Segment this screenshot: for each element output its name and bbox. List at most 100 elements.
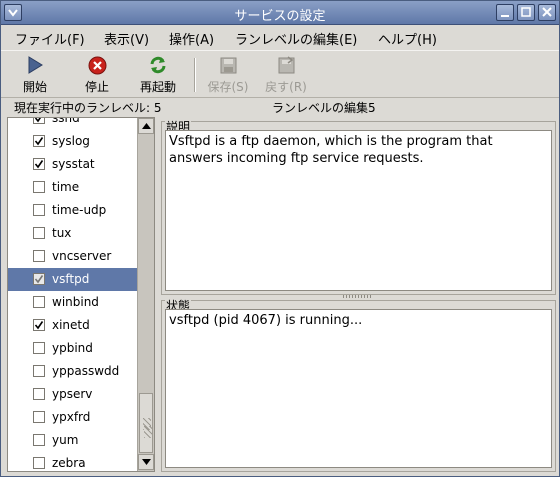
- service-row[interactable]: ypxfrd: [8, 406, 137, 429]
- service-name: tux: [52, 226, 72, 240]
- service-checkbox[interactable]: [33, 319, 45, 331]
- service-name: sysstat: [52, 157, 95, 171]
- service-name: xinetd: [52, 318, 90, 332]
- service-checkbox[interactable]: [33, 273, 45, 285]
- service-name: time: [52, 180, 80, 194]
- close-icon: [542, 7, 552, 17]
- description-text[interactable]: Vsftpd is a ftp daemon, which is the pro…: [165, 130, 552, 291]
- service-checkbox[interactable]: [33, 388, 45, 400]
- status-frame: 状態 vsftpd (pid 4067) is running...: [161, 300, 556, 472]
- restart-label: 再起動: [139, 80, 176, 94]
- maximize-icon: [521, 7, 531, 17]
- editing-runlevel-text: ランレベルの編集5: [272, 101, 376, 115]
- scroll-down-button[interactable]: [138, 454, 154, 470]
- service-row[interactable]: time: [8, 176, 137, 199]
- service-row[interactable]: vncserver: [8, 245, 137, 268]
- stop-label: 停止: [84, 80, 109, 94]
- arrow-down-icon: [142, 459, 151, 465]
- start-button[interactable]: 開始: [15, 55, 55, 95]
- splitter-grip: [343, 295, 373, 298]
- restart-icon: [135, 55, 181, 75]
- service-row[interactable]: ypbind: [8, 337, 137, 360]
- service-checkbox[interactable]: [33, 204, 45, 216]
- service-checkbox[interactable]: [33, 342, 45, 354]
- save-button[interactable]: 保存(S): [203, 55, 253, 95]
- toolbar: 開始 停止 再起動 保存(S) 戻す(R): [1, 50, 559, 98]
- pane-resize-grip[interactable]: [144, 426, 152, 438]
- menu-edit-runlevel[interactable]: ランレベルの編集(E): [231, 28, 361, 49]
- service-list-viewport: sshd syslog sysstat time time-udp tux vncserve…: [8, 118, 137, 471]
- service-checkbox[interactable]: [33, 434, 45, 446]
- check-icon: [34, 160, 44, 169]
- service-name: sshd: [52, 118, 80, 125]
- service-rows: sshd syslog sysstat time time-udp tux vncserve…: [8, 118, 137, 471]
- service-row[interactable]: xinetd: [8, 314, 137, 337]
- service-name: yum: [52, 433, 79, 447]
- menu-bar: ファイル(F) 表示(V) 操作(A) ランレベルの編集(E) ヘルプ(H): [1, 25, 559, 49]
- service-row[interactable]: zebra: [8, 452, 137, 471]
- service-checkbox[interactable]: [33, 181, 45, 193]
- service-name: time-udp: [52, 203, 107, 217]
- service-row[interactable]: winbind: [8, 291, 137, 314]
- menu-action[interactable]: 操作(A): [165, 28, 218, 49]
- toolbar-separator: [194, 58, 196, 92]
- menu-view[interactable]: 表示(V): [100, 28, 153, 49]
- title-bar[interactable]: サービスの設定: [1, 1, 559, 25]
- service-row[interactable]: ypserv: [8, 383, 137, 406]
- revert-button[interactable]: 戻す(R): [261, 55, 311, 95]
- arrow-up-icon: [142, 123, 151, 129]
- service-checkbox[interactable]: [33, 296, 45, 308]
- scroll-up-button[interactable]: [138, 118, 154, 134]
- service-checkbox[interactable]: [33, 227, 45, 239]
- check-icon: [34, 321, 44, 330]
- service-row[interactable]: tux: [8, 222, 137, 245]
- save-icon: [203, 55, 253, 75]
- maximize-button[interactable]: [517, 4, 535, 21]
- service-name: ypserv: [52, 387, 93, 401]
- service-name: syslog: [52, 134, 90, 148]
- revert-icon: [261, 55, 311, 75]
- service-row[interactable]: syslog: [8, 130, 137, 153]
- service-name: vncserver: [52, 249, 112, 263]
- status-text[interactable]: vsftpd (pid 4067) is running...: [165, 309, 552, 468]
- service-list[interactable]: sshd syslog sysstat time time-udp tux vncserve…: [7, 117, 155, 472]
- service-row[interactable]: yppasswdd: [8, 360, 137, 383]
- service-name: ypbind: [52, 341, 93, 355]
- current-runlevel-text: 現在実行中のランレベル: 5: [14, 101, 162, 115]
- service-checkbox[interactable]: [33, 365, 45, 377]
- service-checkbox[interactable]: [33, 250, 45, 262]
- service-name: vsftpd: [52, 272, 90, 286]
- close-button[interactable]: [538, 4, 556, 21]
- service-checkbox[interactable]: [33, 118, 45, 124]
- service-row[interactable]: time-udp: [8, 199, 137, 222]
- description-frame: 説明 Vsftpd is a ftp daemon, which is the …: [161, 121, 556, 295]
- window-title: サービスの設定: [234, 9, 326, 24]
- minimize-button[interactable]: [496, 4, 514, 21]
- service-name: winbind: [52, 295, 99, 309]
- pane-splitter[interactable]: [163, 294, 555, 299]
- stop-icon: [77, 55, 117, 75]
- service-checkbox[interactable]: [33, 411, 45, 423]
- menu-help[interactable]: ヘルプ(H): [374, 28, 441, 49]
- service-row[interactable]: sysstat: [8, 153, 137, 176]
- service-name: yppasswdd: [52, 364, 120, 378]
- service-row[interactable]: yum: [8, 429, 137, 452]
- service-checkbox[interactable]: [33, 158, 45, 170]
- restart-button[interactable]: 再起動: [135, 55, 181, 95]
- service-row[interactable]: sshd: [8, 118, 137, 130]
- scroll-thumb[interactable]: [139, 393, 153, 453]
- service-list-scrollbar[interactable]: [137, 118, 154, 471]
- menu-file[interactable]: ファイル(F): [11, 28, 89, 49]
- service-name: zebra: [52, 456, 86, 470]
- service-row[interactable]: vsftpd: [8, 268, 137, 291]
- service-name: ypxfrd: [52, 410, 91, 424]
- stop-button[interactable]: 停止: [77, 55, 117, 95]
- minimize-icon: [501, 15, 509, 17]
- start-label: 開始: [22, 80, 47, 94]
- service-configuration-window: サービスの設定 ファイル(F) 表示(V) 操作(A) ランレベルの編集(E) …: [0, 0, 560, 477]
- check-icon: [34, 118, 42, 123]
- service-checkbox[interactable]: [33, 135, 45, 147]
- service-checkbox[interactable]: [33, 457, 45, 469]
- check-icon: [34, 137, 44, 146]
- revert-label: 戻す(R): [265, 80, 307, 94]
